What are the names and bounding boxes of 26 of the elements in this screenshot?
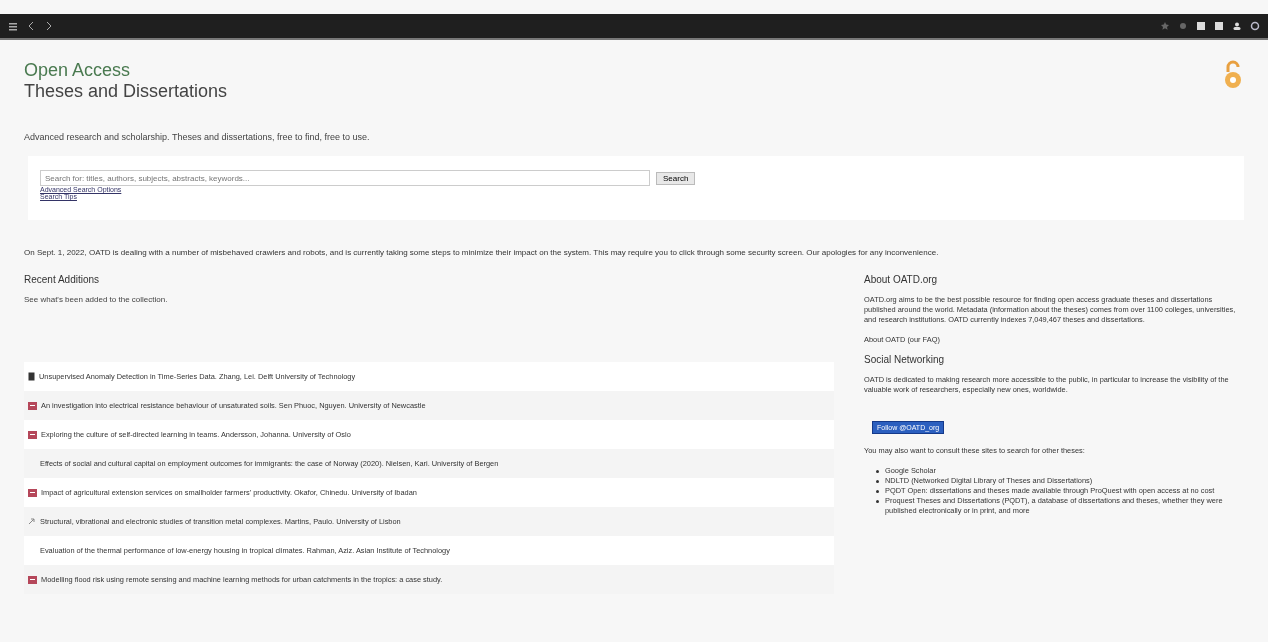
bullet-icon bbox=[876, 480, 879, 483]
section-heading: About OATD.org bbox=[864, 274, 939, 285]
file-icon bbox=[28, 488, 37, 497]
bullet-icon bbox=[876, 470, 879, 473]
document-icon bbox=[28, 372, 35, 381]
site-subtitle: Theses and Dissertations bbox=[24, 80, 228, 102]
notice-text: On Sept. 1, 2022, OATD is dealing with a number of misbehaved crawlers and robots, and is currently taking some steps to minimize their impact on the system. This may require you to click through some security screen. Our apologies for any inconvenience. bbox=[24, 248, 940, 258]
menu-icon[interactable] bbox=[8, 21, 18, 31]
tagline: Advanced research and scholarship. Theses and dissertations, free to find, free to use. bbox=[24, 132, 371, 142]
search-button[interactable]: Search bbox=[656, 171, 696, 185]
section-heading: Social Networking bbox=[864, 354, 946, 365]
site-title: Open Access bbox=[24, 60, 132, 80]
link-icon bbox=[28, 517, 36, 526]
file-icon bbox=[28, 575, 37, 584]
user-icon[interactable] bbox=[1232, 21, 1242, 31]
bullet-icon bbox=[876, 490, 879, 493]
section-heading: Recent Additions bbox=[24, 274, 101, 285]
search-field[interactable]: Search for: titles, authors, subjects, abstracts, keywords... bbox=[40, 170, 650, 186]
bullet-icon bbox=[876, 500, 879, 503]
file-icon bbox=[28, 401, 37, 410]
file-icon bbox=[28, 430, 37, 439]
back-icon[interactable] bbox=[26, 21, 36, 31]
open-lock-icon bbox=[1222, 60, 1244, 90]
forward-icon[interactable] bbox=[44, 21, 54, 31]
section-intro: See what's been added to the collection. bbox=[24, 295, 169, 304]
star-icon[interactable] bbox=[1160, 21, 1170, 31]
